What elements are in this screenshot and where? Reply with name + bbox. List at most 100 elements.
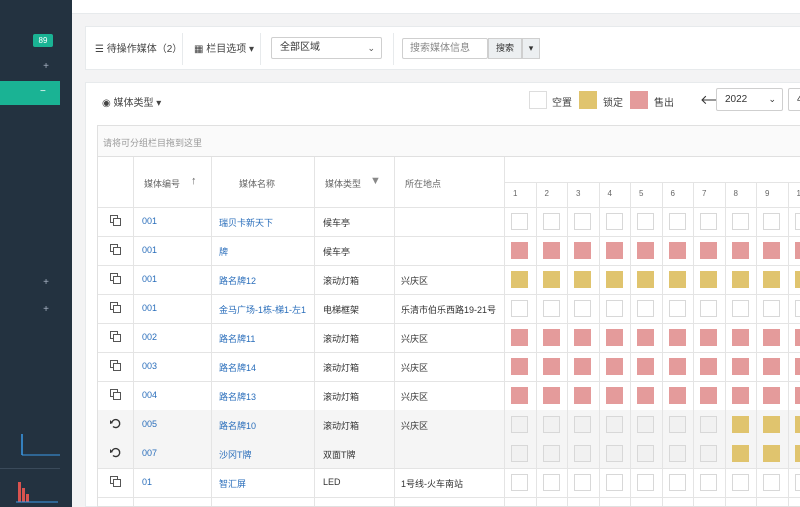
search-button[interactable]: 搜索 bbox=[488, 38, 522, 59]
day-cell-sold[interactable] bbox=[605, 387, 623, 404]
day-cell-vacant[interactable] bbox=[511, 445, 528, 462]
day-cell-sold[interactable] bbox=[542, 242, 560, 259]
day-cell-vacant[interactable] bbox=[605, 474, 623, 491]
day-cell-sold[interactable] bbox=[574, 329, 591, 346]
day-cell-vacant[interactable] bbox=[731, 300, 749, 317]
day-cell-sold[interactable] bbox=[763, 358, 780, 375]
sort-arrow-icon[interactable]: ↑ bbox=[191, 175, 197, 187]
day-cell-sold[interactable] bbox=[542, 329, 560, 346]
year-select[interactable]: 2022 ⌄ bbox=[716, 88, 783, 111]
day-cell-sold[interactable] bbox=[574, 242, 591, 259]
day-cell-vacant[interactable] bbox=[637, 416, 654, 433]
search-dropdown-button[interactable]: ▾ bbox=[522, 38, 540, 59]
column-options-button[interactable]: ▦ 栏目选项 ▾ bbox=[194, 40, 254, 55]
day-cell-sold[interactable] bbox=[668, 387, 686, 404]
filter-icon[interactable]: ▼ bbox=[370, 175, 381, 187]
day-cell-locked[interactable] bbox=[763, 416, 780, 433]
group-drop-zone[interactable]: 请将可分组栏目拖到这里 bbox=[98, 126, 800, 157]
table-row[interactable]: 001 金马广场-1栋-梯1-左1 电梯框架 乐清市伯乐西路19-21号 bbox=[98, 294, 800, 323]
undo-icon[interactable] bbox=[110, 418, 121, 429]
media-code-link[interactable]: 004 bbox=[142, 390, 157, 400]
day-cell-vacant[interactable] bbox=[794, 213, 800, 230]
day-cell-sold[interactable] bbox=[637, 358, 654, 375]
day-cell-locked[interactable] bbox=[574, 271, 591, 288]
day-cell-locked[interactable] bbox=[605, 271, 623, 288]
day-cell-locked[interactable] bbox=[542, 271, 560, 288]
table-row[interactable]: 007 沙冈T牌 双面T牌 bbox=[98, 439, 800, 468]
media-name-link[interactable]: 路名牌14 bbox=[219, 361, 256, 374]
day-cell-sold[interactable] bbox=[763, 242, 780, 259]
copy-icon[interactable] bbox=[110, 360, 121, 371]
day-cell-sold[interactable] bbox=[763, 387, 780, 404]
day-cell-sold[interactable] bbox=[794, 242, 800, 259]
copy-icon[interactable] bbox=[110, 215, 121, 226]
day-cell-vacant[interactable] bbox=[542, 474, 560, 491]
column-header-name[interactable]: 媒体名称 bbox=[239, 177, 275, 190]
media-name-link[interactable]: 智汇屏 bbox=[219, 477, 246, 490]
media-name-link[interactable]: 路名牌10 bbox=[219, 419, 256, 432]
day-cell-sold[interactable] bbox=[763, 329, 780, 346]
day-cell-sold[interactable] bbox=[700, 242, 717, 259]
day-cell-vacant[interactable] bbox=[763, 474, 780, 491]
media-type-filter[interactable]: ◉ 媒体类型 ▾ bbox=[102, 94, 161, 109]
pending-media-button[interactable]: ☰ 待操作媒体（2） bbox=[95, 40, 182, 55]
day-cell-sold[interactable] bbox=[511, 358, 528, 375]
day-cell-sold[interactable] bbox=[668, 242, 686, 259]
day-cell-locked[interactable] bbox=[700, 271, 717, 288]
day-cell-vacant[interactable] bbox=[700, 213, 717, 230]
day-cell-vacant[interactable] bbox=[511, 416, 528, 433]
sidebar-item-active[interactable]: − bbox=[0, 81, 60, 105]
day-cell-vacant[interactable] bbox=[574, 474, 591, 491]
media-code-link[interactable]: 002 bbox=[142, 332, 157, 342]
table-row[interactable]: 004 路名牌13 滚动灯箱 兴庆区 bbox=[98, 381, 800, 410]
copy-icon[interactable] bbox=[110, 331, 121, 342]
day-cell-locked[interactable] bbox=[731, 445, 749, 462]
day-cell-vacant[interactable] bbox=[763, 300, 780, 317]
day-cell-vacant[interactable] bbox=[700, 416, 717, 433]
search-input[interactable]: 搜索媒体信息 bbox=[402, 38, 488, 59]
day-cell-sold[interactable] bbox=[700, 329, 717, 346]
day-cell-sold[interactable] bbox=[668, 329, 686, 346]
copy-icon[interactable] bbox=[110, 476, 121, 487]
undo-icon[interactable] bbox=[110, 447, 121, 458]
media-name-link[interactable]: 沙冈T牌 bbox=[219, 448, 252, 461]
day-cell-sold[interactable] bbox=[731, 329, 749, 346]
day-cell-vacant[interactable] bbox=[794, 474, 800, 491]
day-cell-vacant[interactable] bbox=[605, 300, 623, 317]
day-cell-locked[interactable] bbox=[637, 271, 654, 288]
day-cell-vacant[interactable] bbox=[605, 213, 623, 230]
day-cell-sold[interactable] bbox=[668, 358, 686, 375]
media-code-link[interactable]: 01 bbox=[142, 477, 152, 487]
day-cell-locked[interactable] bbox=[794, 445, 800, 462]
day-cell-sold[interactable] bbox=[542, 358, 560, 375]
expand-icon[interactable]: + bbox=[40, 304, 52, 315]
day-cell-sold[interactable] bbox=[700, 387, 717, 404]
day-cell-vacant[interactable] bbox=[794, 300, 800, 317]
table-row[interactable]: 003 路名牌14 滚动灯箱 兴庆区 bbox=[98, 352, 800, 381]
day-cell-vacant[interactable] bbox=[511, 300, 528, 317]
day-cell-sold[interactable] bbox=[574, 387, 591, 404]
day-cell-sold[interactable] bbox=[605, 242, 623, 259]
day-cell-vacant[interactable] bbox=[574, 416, 591, 433]
day-cell-sold[interactable] bbox=[605, 329, 623, 346]
column-header-type[interactable]: 媒体类型 bbox=[325, 177, 361, 190]
day-cell-vacant[interactable] bbox=[542, 300, 560, 317]
day-cell-vacant[interactable] bbox=[637, 445, 654, 462]
media-name-link[interactable]: 路名牌11 bbox=[219, 332, 255, 345]
day-cell-locked[interactable] bbox=[731, 271, 749, 288]
copy-icon[interactable] bbox=[110, 244, 121, 255]
table-row[interactable]: 001 瑞贝卡新天下 候车亭 bbox=[98, 207, 800, 236]
day-cell-vacant[interactable] bbox=[668, 213, 686, 230]
day-cell-locked[interactable] bbox=[794, 271, 800, 288]
media-name-link[interactable]: 牌 bbox=[219, 245, 228, 258]
expand-icon[interactable]: + bbox=[40, 277, 52, 288]
day-cell-sold[interactable] bbox=[637, 242, 654, 259]
column-header-location[interactable]: 所在地点 bbox=[405, 177, 441, 190]
media-code-link[interactable]: 003 bbox=[142, 361, 157, 371]
copy-icon[interactable] bbox=[110, 389, 121, 400]
day-cell-vacant[interactable] bbox=[542, 416, 560, 433]
day-cell-sold[interactable] bbox=[637, 329, 654, 346]
day-cell-vacant[interactable] bbox=[668, 300, 686, 317]
day-cell-vacant[interactable] bbox=[668, 416, 686, 433]
day-cell-sold[interactable] bbox=[542, 387, 560, 404]
